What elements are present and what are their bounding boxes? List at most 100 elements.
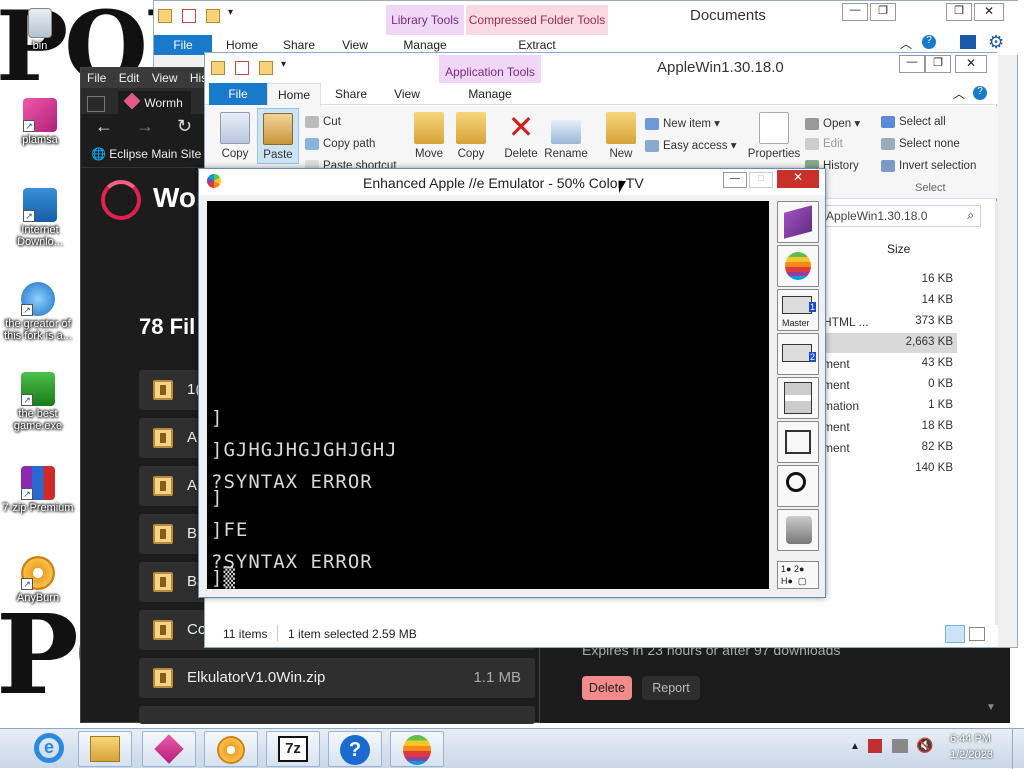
report-button[interactable]: Report	[642, 676, 700, 700]
menu-view[interactable]: View	[152, 71, 178, 85]
search-input[interactable]: AppleWin1.30.18.0	[826, 209, 927, 223]
taskbar-plasma[interactable]	[142, 731, 196, 767]
gear-icon[interactable]: ⚙	[988, 32, 1004, 53]
copy-path-button[interactable]: Copy path	[305, 138, 375, 150]
table-row[interactable]: 140 KB	[823, 459, 963, 479]
table-row[interactable]: HTML ... 373 KB	[823, 312, 963, 332]
fullscreen-button[interactable]	[777, 421, 819, 463]
bookmark-eclipse[interactable]: Eclipse Main Site	[109, 147, 201, 161]
desktop-icon-fork[interactable]: ↗ the greator of this fork is a...	[0, 282, 76, 342]
drive2-button[interactable]: 2	[777, 333, 819, 375]
copy-button[interactable]: Copy	[215, 112, 255, 160]
edit-button[interactable]: Edit	[805, 138, 843, 150]
move-to-button[interactable]: Move	[411, 112, 447, 160]
copy-to-button[interactable]: Copy	[453, 112, 489, 160]
desktop-icon-7zip[interactable]: ↗ 7-zip Premium	[0, 466, 76, 514]
delete-button[interactable]: Delete	[582, 676, 632, 700]
large-icons-view-icon[interactable]	[969, 627, 985, 641]
debugger-button[interactable]	[777, 465, 819, 507]
close-button[interactable]: ✕	[777, 170, 819, 188]
list-item[interactable]	[139, 706, 535, 724]
restore-button[interactable]: ❐	[870, 3, 896, 21]
settings-button[interactable]	[777, 509, 819, 551]
properties-button[interactable]: Properties	[745, 112, 803, 160]
desktop-icon-best-game[interactable]: ↗ the best game.exe	[0, 372, 76, 432]
maximize-button[interactable]: □	[749, 172, 773, 188]
table-row[interactable]: mation 1 KB	[823, 396, 963, 416]
scroll-down-icon[interactable]: ▼	[986, 702, 996, 713]
table-row[interactable]: ment 0 KB	[823, 375, 963, 395]
volume-muted-icon[interactable]: 🔇	[916, 737, 933, 754]
chevron-up-icon[interactable]: ︿	[953, 85, 965, 102]
rename-button[interactable]: Rename	[543, 112, 589, 160]
browser-tab[interactable]: Wormh	[118, 91, 191, 114]
table-row[interactable]: ment 43 KB	[823, 354, 963, 374]
search-box[interactable]: AppleWin1.30.18.0 ⌕	[821, 205, 981, 227]
help-icon[interactable]: ?	[922, 35, 936, 49]
taskbar-applewin[interactable]	[390, 731, 444, 767]
close-button[interactable]: ✕	[955, 55, 987, 73]
easy-access-button[interactable]: Easy access ▾	[645, 138, 737, 152]
taskbar-explorer[interactable]	[78, 731, 132, 767]
restore-button-2[interactable]: ❐	[946, 3, 972, 21]
swap-drives-button[interactable]	[777, 377, 819, 419]
show-desktop-button[interactable]	[1012, 729, 1024, 769]
forward-icon[interactable]: →	[136, 116, 154, 136]
invert-selection-button[interactable]: Invert selection	[881, 160, 976, 172]
table-row[interactable]: 14 KB	[823, 291, 963, 311]
cut-button[interactable]: Cut	[305, 116, 341, 128]
help-book-button[interactable]	[777, 201, 819, 243]
new-folder-button[interactable]: New	[605, 112, 637, 160]
chevron-down-icon[interactable]: ▾	[228, 7, 233, 18]
menu-file[interactable]: File	[87, 71, 106, 85]
taskbar-ie[interactable]: e	[22, 731, 76, 767]
tab-application-tools[interactable]: Application Tools	[439, 61, 541, 83]
minimize-button[interactable]: —	[842, 3, 868, 21]
reload-icon[interactable]: ↻	[177, 116, 192, 136]
list-item[interactable]: ElkulatorV1.0Win.zip 1.1 MB	[139, 658, 535, 698]
table-row-selected[interactable]: 2,663 KB	[823, 333, 957, 353]
tab-compressed-folder-tools[interactable]: Compressed Folder Tools	[466, 9, 608, 31]
search-icon[interactable]: ⌕	[967, 208, 974, 223]
security-flag-icon[interactable]	[868, 739, 882, 753]
tab-file[interactable]: File	[209, 83, 267, 105]
clock-date[interactable]: 1/2/2023	[950, 749, 993, 761]
emulator-screen[interactable]: ] ]GJHGJHGJGHJGHJ ?SYNTAX ERROR ] ]FE ?S…	[207, 201, 769, 589]
taskbar-anyburn[interactable]	[204, 731, 258, 767]
tab-view[interactable]: View	[383, 83, 431, 105]
select-none-button[interactable]: Select none	[881, 138, 960, 150]
printer-icon[interactable]	[960, 35, 976, 49]
open-button[interactable]: Open ▾	[805, 116, 860, 130]
scrollbar[interactable]	[995, 201, 998, 641]
tab-share[interactable]: Share	[327, 83, 375, 105]
back-icon[interactable]: ←	[95, 116, 113, 136]
chevron-up-icon[interactable]: ︿	[900, 35, 912, 52]
table-row[interactable]: ment 18 KB	[823, 417, 963, 437]
tab-home[interactable]: Home	[267, 83, 321, 106]
restore-button[interactable]: ❐	[925, 55, 951, 73]
desktop-icon-bin[interactable]: bin	[2, 8, 78, 52]
details-view-icon[interactable]	[945, 625, 965, 643]
taskbar-7zip[interactable]: 7z	[266, 731, 320, 767]
quick-access-toolbar[interactable]: ▾	[158, 7, 248, 27]
desktop-icon-idm[interactable]: ↗ Internet Downlo...	[2, 188, 78, 248]
select-all-button[interactable]: Select all	[881, 116, 946, 128]
run-button[interactable]	[777, 245, 819, 287]
paste-button[interactable]: Paste	[257, 108, 299, 164]
new-item-button[interactable]: New item ▾	[645, 116, 720, 130]
delete-button[interactable]: ✕ Delete	[501, 111, 541, 160]
minimize-button[interactable]: —	[899, 55, 925, 73]
desktop-icon-plamsa[interactable]: ↗ plamsa	[2, 98, 78, 146]
show-hidden-icons-icon[interactable]: ▲	[850, 741, 860, 752]
applewin-window[interactable]: Enhanced Apple //e Emulator - 50% Color …	[198, 168, 826, 598]
desktop-icon-anyburn[interactable]: ↗ AnyBurn	[0, 556, 76, 604]
close-button[interactable]: ✕	[974, 3, 1004, 21]
tab-library-tools[interactable]: Library Tools	[386, 9, 464, 31]
tab-overview-icon[interactable]	[87, 95, 105, 112]
table-row[interactable]: ment 82 KB	[823, 438, 963, 458]
tab-manage[interactable]: Manage	[439, 83, 541, 105]
size-column-header[interactable]: Size	[887, 242, 910, 256]
taskbar-help[interactable]: ?	[328, 731, 382, 767]
menu-edit[interactable]: Edit	[119, 71, 140, 85]
help-icon[interactable]: ?	[973, 86, 987, 100]
